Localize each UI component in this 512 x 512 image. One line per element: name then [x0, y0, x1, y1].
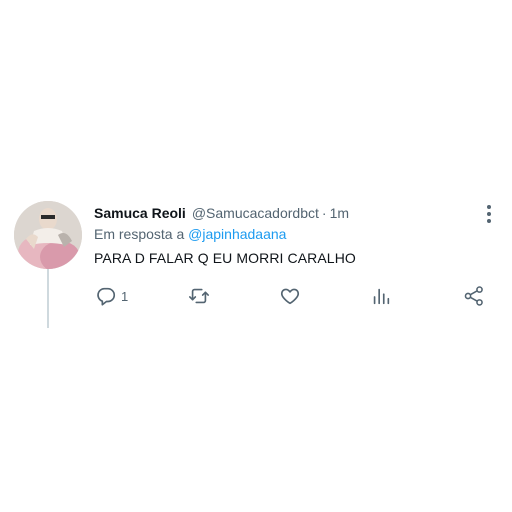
- analytics-button[interactable]: [370, 284, 392, 308]
- tweet-screen: Samuca Reoli @Samucacadordbct · 1m Em re…: [0, 0, 512, 512]
- avatar[interactable]: [14, 201, 82, 269]
- share-button[interactable]: [462, 284, 486, 308]
- like-button[interactable]: [279, 284, 301, 308]
- separator-dot: ·: [321, 205, 327, 221]
- more-vertical-icon[interactable]: [483, 205, 495, 223]
- thread-line: [47, 268, 49, 328]
- user-handle[interactable]: @Samucacadordbct: [192, 205, 319, 221]
- retweet-icon: [189, 288, 209, 304]
- share-icon: [464, 286, 483, 306]
- reply-context: Em resposta a @japinhadaana: [94, 226, 286, 244]
- tweet-text: PARA D FALAR Q EU MORRI CARALHO: [94, 250, 356, 266]
- reply-count: 1: [121, 288, 129, 304]
- reply-prefix: Em resposta a: [94, 226, 185, 242]
- heart-icon: [280, 288, 300, 305]
- reply-mention-link[interactable]: @japinhadaana: [188, 226, 286, 242]
- tweet-header: Samuca Reoli @Samucacadordbct · 1m: [94, 203, 349, 223]
- display-name[interactable]: Samuca Reoli: [94, 205, 186, 221]
- timestamp[interactable]: 1m: [330, 205, 349, 221]
- analytics-icon: [373, 288, 390, 305]
- retweet-button[interactable]: [187, 284, 211, 308]
- reply-icon: [97, 287, 116, 306]
- reply-button[interactable]: 1: [95, 284, 128, 308]
